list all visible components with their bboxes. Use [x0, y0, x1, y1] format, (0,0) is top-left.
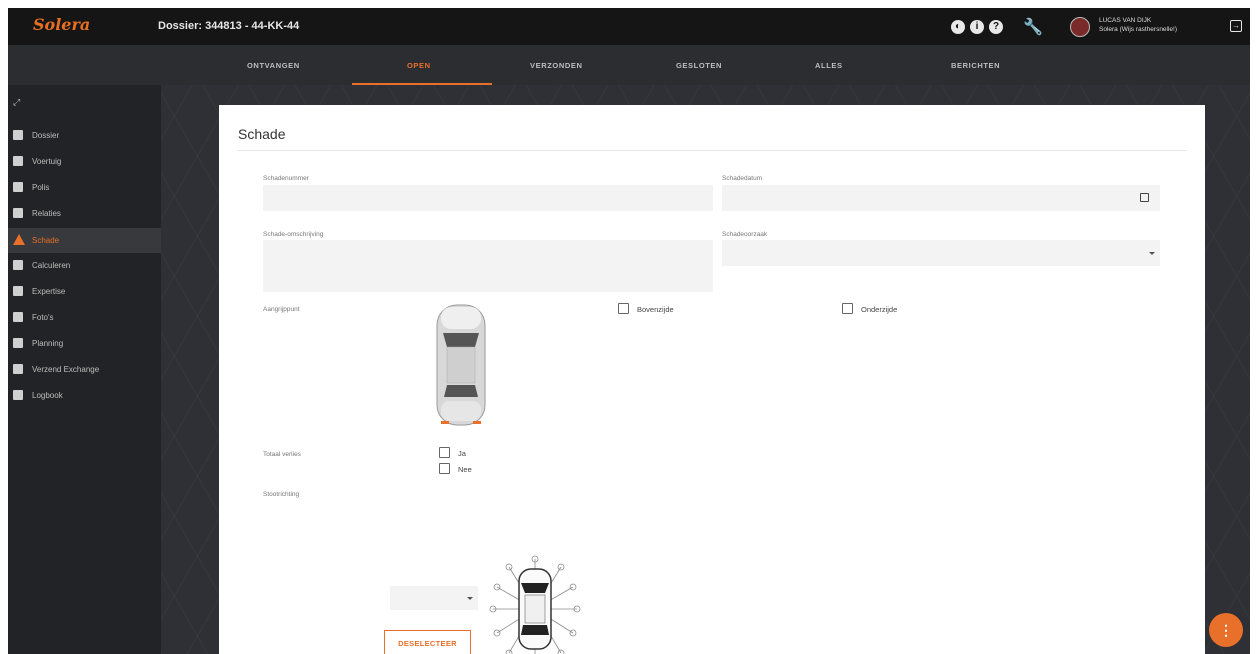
envelope-icon [13, 364, 23, 374]
ja-checkbox[interactable] [439, 447, 450, 458]
impact-direction-diagram[interactable] [487, 553, 583, 654]
sidebar-item-verzend-exchange[interactable]: Verzend Exchange [8, 357, 161, 382]
bovenzijde-checkbox[interactable] [618, 303, 629, 314]
document-icon [13, 130, 23, 140]
sidebar-item-label: Logbook [32, 391, 63, 400]
chevron-down-icon [467, 597, 473, 600]
sidebar-item-label: Polis [32, 183, 50, 192]
onderzijde-checkbox[interactable] [842, 303, 853, 314]
sidebar-item-fotos[interactable]: Foto's [8, 305, 161, 330]
omschrijving-label: Schade-omschrijving [263, 231, 324, 238]
collapse-arrows-icon[interactable]: ⤢ [13, 97, 20, 108]
user-name: LUCAS VAN DIJK [1099, 17, 1152, 24]
contrast-icon[interactable]: ◐ [951, 20, 965, 34]
page-title: Schade [238, 126, 286, 142]
car-icon [13, 156, 23, 166]
schadedatum-input[interactable] [722, 185, 1160, 211]
oorzaak-select[interactable] [722, 240, 1160, 266]
sidebar-item-voertuig[interactable]: Voertuig [8, 149, 161, 174]
car-top-view-image[interactable] [431, 301, 491, 429]
help-icon[interactable]: ? [989, 20, 1003, 34]
title-divider [238, 150, 1186, 151]
solera-logo[interactable]: Solera [33, 15, 90, 34]
deselect-button[interactable]: DESELECTEER [384, 630, 471, 654]
bovenzijde-label: Bovenzijde [637, 305, 674, 314]
book-icon [13, 390, 23, 400]
sidebar-item-polis[interactable]: Polis [8, 175, 161, 200]
schadenummer-input[interactable] [263, 185, 713, 211]
sidebar-item-label: Schade [32, 236, 60, 245]
sidebar-item-relaties[interactable]: Relaties [8, 201, 161, 226]
sidebar-item-label: Calculeren [32, 261, 71, 270]
stootrichting-select[interactable] [390, 586, 478, 610]
dossier-title: Dossier: 344813 - 44-KK-44 [158, 20, 300, 32]
clipboard-icon [13, 182, 23, 192]
tab-gesloten[interactable]: GESLOTEN [676, 61, 722, 70]
graduation-cap-icon [13, 286, 23, 296]
schadenummer-label: Schadenummer [263, 175, 309, 182]
warning-icon [13, 234, 25, 245]
sidebar-item-label: Relaties [32, 209, 61, 218]
schade-form-card: Schade Schadenummer Schadedatum Schade-o… [219, 105, 1205, 654]
chevron-down-icon [1149, 252, 1155, 255]
sidebar-item-label: Dossier [32, 131, 60, 140]
user-org: Solera (Wijs rasthersnelle!) [1099, 26, 1178, 33]
sidebar-collapse[interactable]: ⤢ [8, 97, 161, 124]
tab-open[interactable]: OPEN [407, 61, 431, 70]
sidebar: ⤢ Dossier Voertuig Polis Relaties Schade… [8, 85, 161, 654]
app-frame: Solera Dossier: 344813 - 44-KK-44 ◐ i ? … [8, 8, 1250, 654]
tab-ontvangen[interactable]: ONTVANGEN [247, 61, 300, 70]
calculator-icon [13, 260, 23, 270]
calendar-check-icon [13, 338, 23, 348]
tab-berichten[interactable]: BERICHTEN [951, 61, 1000, 70]
sidebar-item-dossier[interactable]: Dossier [8, 123, 161, 148]
top-bar: Solera Dossier: 344813 - 44-KK-44 ◐ i ? … [8, 8, 1250, 45]
sidebar-item-planning[interactable]: Planning [8, 331, 161, 356]
avatar[interactable] [1070, 17, 1090, 37]
tab-verzonden[interactable]: VERZONDEN [530, 61, 583, 70]
people-icon [13, 208, 23, 218]
tab-alles[interactable]: ALLES [815, 61, 843, 70]
nee-checkbox[interactable] [439, 463, 450, 474]
logout-icon[interactable]: → [1230, 20, 1242, 32]
sidebar-item-expertise[interactable]: Expertise [8, 279, 161, 304]
schadedatum-label: Schadedatum [722, 175, 763, 182]
aangrijppunt-label: Aangrijppunt [263, 306, 300, 313]
oorzaak-label: Schadeoorzaak [722, 231, 768, 238]
info-icon[interactable]: i [970, 20, 984, 34]
more-actions-button[interactable]: ⋮ [1209, 613, 1243, 647]
sidebar-item-label: Foto's [32, 313, 54, 322]
sidebar-item-schade[interactable]: Schade [8, 228, 161, 253]
sidebar-item-logbook[interactable]: Logbook [8, 383, 161, 408]
sidebar-item-calculeren[interactable]: Calculeren [8, 253, 161, 278]
calendar-icon[interactable] [1140, 193, 1149, 202]
sidebar-item-label: Voertuig [32, 157, 62, 166]
ja-label: Ja [458, 449, 466, 458]
nee-label: Nee [458, 465, 472, 474]
sidebar-item-label: Expertise [32, 287, 66, 296]
omschrijving-textarea[interactable] [263, 240, 713, 292]
stootrichting-label: Stootrichting [263, 491, 300, 498]
sidebar-item-label: Planning [32, 339, 64, 348]
onderzijde-label: Onderzijde [861, 305, 898, 314]
user-info: LUCAS VAN DIJK Solera (Wijs rasthersnell… [1099, 16, 1177, 34]
wrench-icon[interactable]: 🔧 [1023, 17, 1043, 37]
tab-bar: ONTVANGEN OPEN VERZONDEN GESLOTEN ALLES … [8, 45, 1250, 85]
totaal-verlies-label: Totaal verlies [263, 451, 301, 458]
sidebar-item-label: Verzend Exchange [32, 365, 100, 374]
camera-icon [13, 312, 23, 322]
